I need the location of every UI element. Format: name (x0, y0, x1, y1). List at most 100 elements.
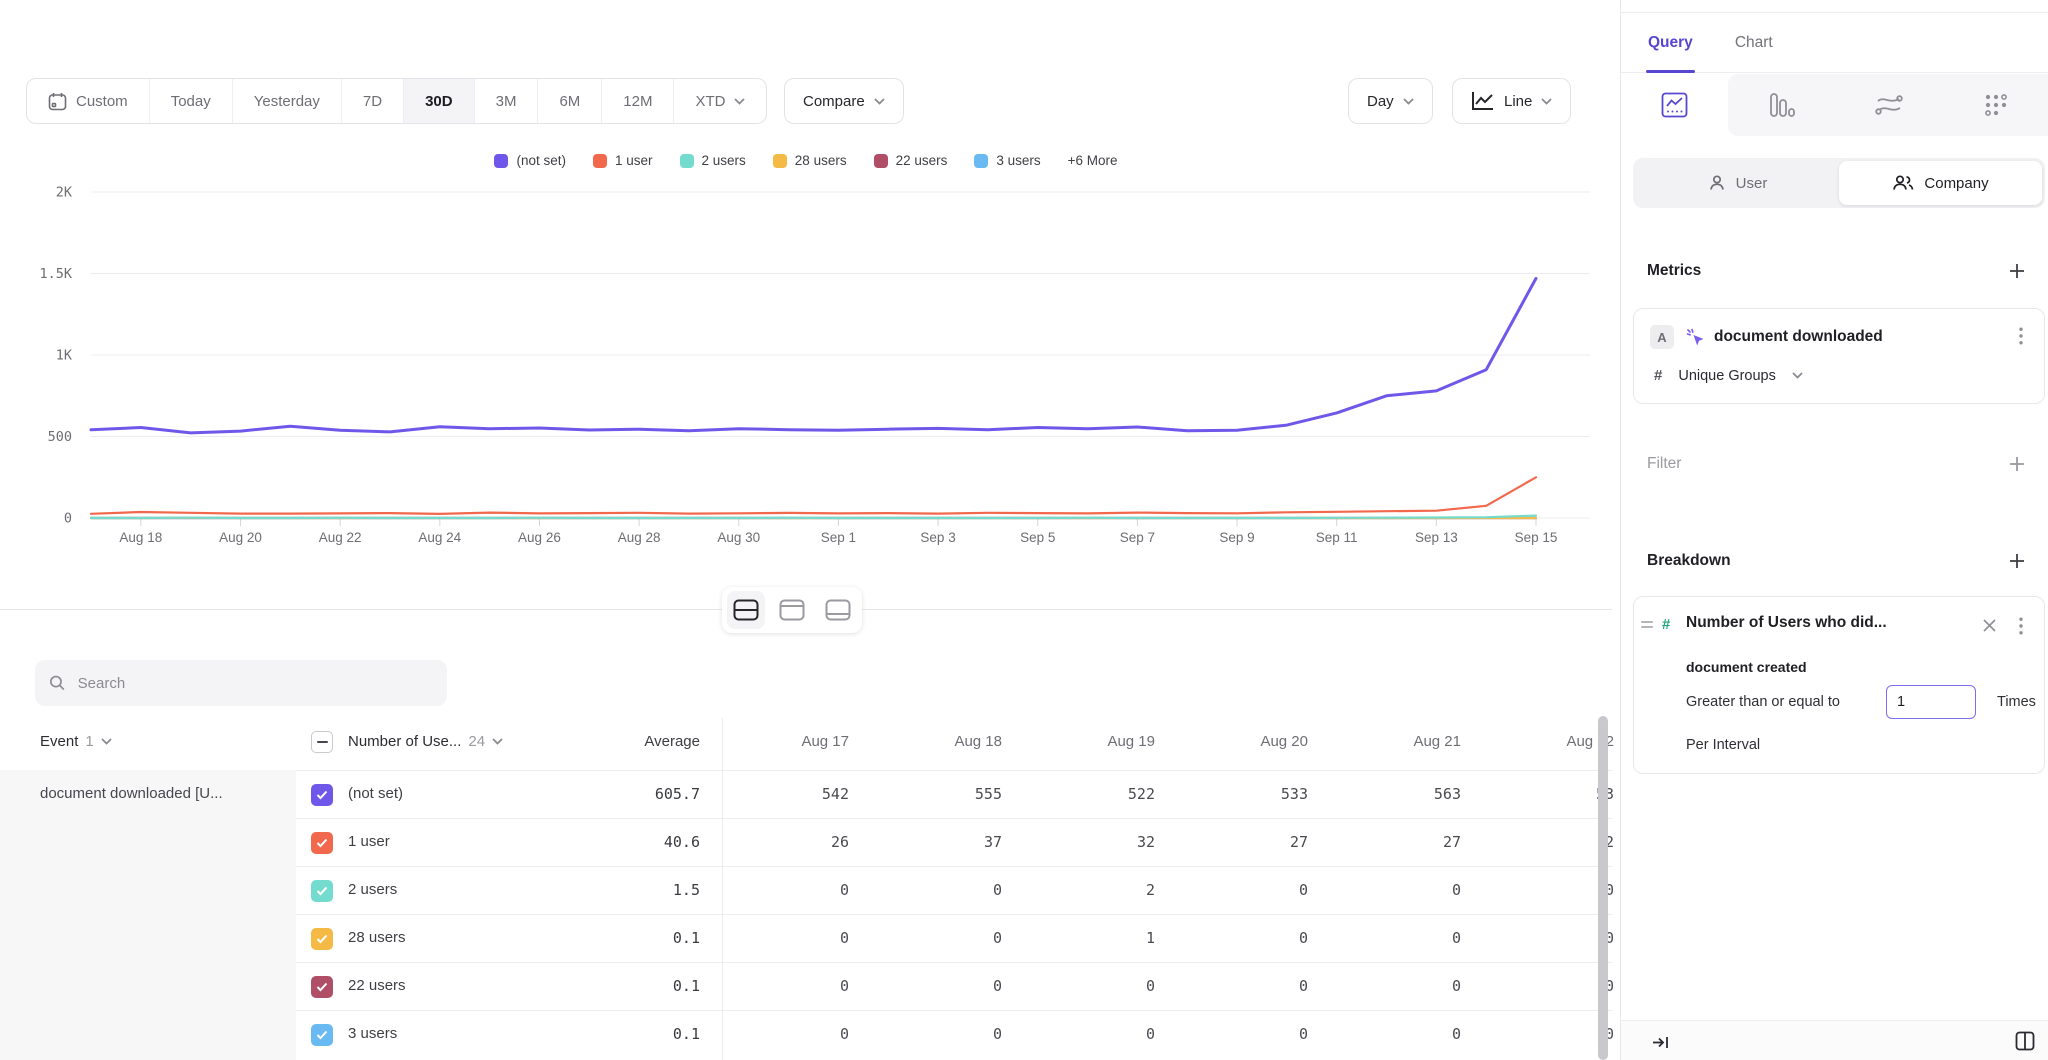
granularity-button[interactable]: Day (1348, 78, 1433, 124)
plus-icon (2009, 553, 2025, 569)
table-row: 22 users0.1000000 (296, 962, 1612, 1010)
layout-toggle-chart-top-view[interactable] (773, 591, 811, 629)
event-list-item[interactable]: document downloaded [U... (0, 770, 296, 802)
breakdown-value-input[interactable] (1886, 685, 1976, 719)
add-breakdown-button[interactable] (2006, 550, 2028, 572)
cell-value: 0 (722, 929, 875, 947)
series-label: 22 users (348, 977, 406, 994)
select-all-checkbox[interactable] (311, 731, 333, 753)
svg-text:Aug 20: Aug 20 (219, 530, 262, 545)
range-12m[interactable]: 12M (602, 79, 674, 123)
layout-toggle-chart-bottom-view[interactable] (819, 591, 857, 629)
hash-icon: # (1662, 616, 1670, 633)
layout-toggle-split-view[interactable] (727, 591, 765, 629)
breakdown-heading: Breakdown (1647, 552, 1731, 570)
svg-text:Sep 3: Sep 3 (920, 530, 955, 545)
metric-card[interactable]: A document downloaded # Unique Groups (1633, 308, 2045, 404)
chevron-down-icon (874, 98, 885, 105)
series-checkbox[interactable] (311, 928, 333, 950)
breakdown-menu-icon[interactable] (2010, 615, 2032, 637)
remove-breakdown-button[interactable] (1978, 614, 2000, 636)
collapse-panel-icon[interactable] (1649, 1031, 1671, 1053)
range-7d[interactable]: 7D (342, 79, 404, 123)
range-yesterday[interactable]: Yesterday (233, 79, 342, 123)
cell-value: 0 (722, 977, 875, 995)
layout-columns-icon[interactable] (2013, 1029, 2037, 1053)
drag-handle-icon[interactable] (1641, 621, 1653, 628)
chart-type-selector (1621, 74, 2048, 136)
metric-measure-selector[interactable]: # Unique Groups (1654, 367, 1803, 384)
chart-type-grid[interactable] (1942, 74, 2048, 136)
cell-value: 27 (1334, 833, 1487, 851)
average-value: 0.1 (560, 929, 700, 947)
average-value: 0.1 (560, 977, 700, 995)
series-label: 2 users (348, 881, 397, 898)
series-checkbox[interactable] (311, 784, 333, 806)
breakdown-card[interactable]: # Number of Users who did... document cr… (1633, 596, 2045, 774)
range-30d[interactable]: 30D (404, 79, 475, 123)
series-checkbox[interactable] (311, 880, 333, 902)
scope-company[interactable]: Company (1839, 161, 2042, 205)
table-row: 28 users0.1001000 (296, 914, 1612, 962)
range-xtd[interactable]: XTD (674, 79, 766, 123)
average-column-header: Average (560, 733, 700, 750)
range-3m[interactable]: 3M (475, 79, 539, 123)
svg-text:Aug 24: Aug 24 (418, 530, 461, 545)
metric-event-name: document downloaded (1714, 328, 1883, 346)
cell-value: 542 (722, 785, 875, 803)
check-icon (316, 934, 328, 944)
check-icon (316, 838, 328, 848)
table-scrollbar[interactable] (1598, 716, 1608, 1060)
kebab-icon (2019, 617, 2023, 635)
svg-text:Aug 28: Aug 28 (618, 530, 661, 545)
series-label: 3 users (348, 1025, 397, 1042)
event-column-header[interactable]: Event 1 (40, 733, 112, 750)
cell-value: 0 (1487, 881, 1640, 899)
tab-query[interactable]: Query (1648, 13, 1693, 72)
event-count: 1 (85, 733, 93, 750)
svg-text:Sep 11: Sep 11 (1316, 530, 1358, 545)
series-checkbox[interactable] (311, 1024, 333, 1046)
table-row: 2 users1.5002000 (296, 866, 1612, 914)
series-column-header[interactable]: Number of Use... 24 (348, 733, 503, 750)
svg-text:0: 0 (64, 511, 72, 527)
tab-chart[interactable]: Chart (1735, 13, 1773, 72)
compare-button[interactable]: Compare (784, 78, 904, 124)
series-checkbox[interactable] (311, 832, 333, 854)
chart-type-line[interactable] (1621, 74, 1728, 136)
range-label: 3M (496, 93, 517, 110)
check-icon (316, 982, 328, 992)
event-click-icon (1684, 326, 1706, 348)
bar-chart-icon (1769, 92, 1795, 118)
average-value: 605.7 (560, 785, 700, 803)
date-column-header: Aug 17 (722, 733, 875, 750)
date-column-header: Aug 22 (1487, 733, 1640, 750)
search-input[interactable] (78, 675, 433, 692)
cell-value: 0 (1181, 929, 1334, 947)
scope-user-label: User (1736, 175, 1768, 192)
metric-measure-label: Unique Groups (1678, 368, 1776, 384)
svg-text:Sep 9: Sep 9 (1219, 530, 1254, 545)
add-filter-button[interactable] (2006, 453, 2028, 475)
range-label: Today (171, 93, 211, 110)
date-range-group: Custom Today Yesterday7D30D 3M 6M12MXTD (26, 78, 767, 124)
cell-value: 0 (1487, 929, 1640, 947)
chart-type-bar[interactable] (1728, 74, 1835, 136)
scope-user[interactable]: User (1636, 161, 1839, 205)
average-value: 40.6 (560, 833, 700, 851)
metric-menu-icon[interactable] (2010, 325, 2032, 347)
range-6m[interactable]: 6M (538, 79, 602, 123)
chart-type-flow[interactable] (1835, 74, 1942, 136)
breakdown-title: Number of Users who did... (1686, 614, 1887, 632)
range-today[interactable]: Today (150, 79, 233, 123)
add-metric-button[interactable] (2006, 260, 2028, 282)
range-custom[interactable]: Custom (27, 79, 150, 123)
chart-top-view-icon (779, 599, 805, 621)
cell-value: 0 (1181, 977, 1334, 995)
event-list-panel: document downloaded [U... (0, 770, 296, 1060)
chart-type-button[interactable]: Line (1452, 78, 1571, 124)
series-checkbox[interactable] (311, 976, 333, 998)
search-icon (49, 674, 66, 692)
breakdown-event-name: document created (1686, 659, 1807, 675)
table-header: Event 1 Number of Use... 24 Average Aug … (0, 718, 1612, 770)
